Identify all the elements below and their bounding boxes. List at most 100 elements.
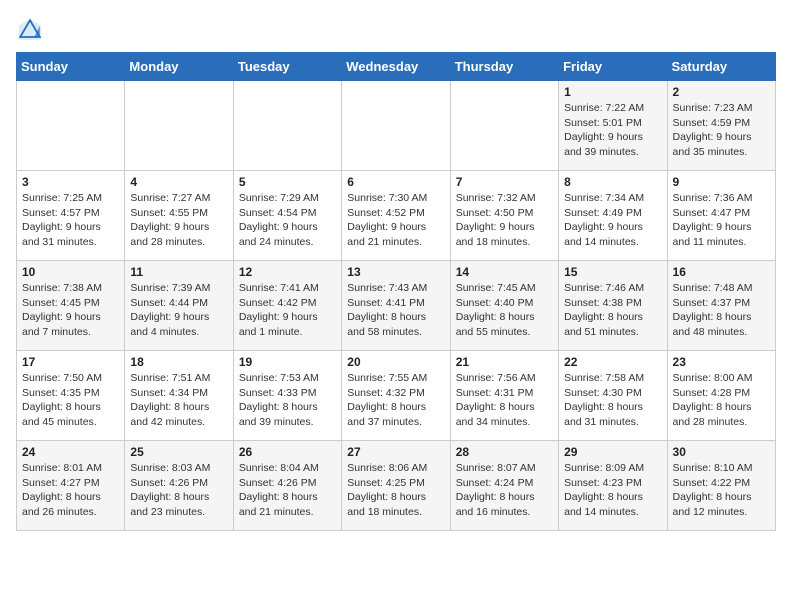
day-info: Sunrise: 8:00 AM Sunset: 4:28 PM Dayligh… (673, 371, 770, 430)
day-cell-2-5: 15Sunrise: 7:46 AM Sunset: 4:38 PM Dayli… (559, 261, 667, 351)
day-cell-2-6: 16Sunrise: 7:48 AM Sunset: 4:37 PM Dayli… (667, 261, 775, 351)
week-row-3: 17Sunrise: 7:50 AM Sunset: 4:35 PM Dayli… (17, 351, 776, 441)
day-info: Sunrise: 8:01 AM Sunset: 4:27 PM Dayligh… (22, 461, 119, 520)
day-cell-2-4: 14 Sunrise: 7:45 AM Sunset: 4:40 PM Dayli… (450, 261, 558, 351)
day-info: Sunrise: 8:03 AM Sunset: 4:26 PM Dayligh… (130, 461, 227, 520)
day-number: 28 (456, 445, 553, 459)
day-cell-1-1: 4 Sunrise: 7:27 AM Sunset: 4:55 PM Daylig… (125, 171, 233, 261)
day-number: 12 (239, 265, 336, 279)
logo (16, 16, 48, 44)
header-friday: Friday (559, 53, 667, 81)
day-number: 6 (347, 175, 444, 189)
day-info: Sunrise: 7:45 AM Sunset: 4:40 PM Dayligh… (456, 281, 553, 340)
day-cell-3-5: 22Sunrise: 7:58 AM Sunset: 4:30 PM Dayli… (559, 351, 667, 441)
day-number: 5 (239, 175, 336, 189)
day-info: Sunrise: 7:53 AM Sunset: 4:33 PM Dayligh… (239, 371, 336, 430)
day-number: 13 (347, 265, 444, 279)
day-info: Sunrise: 8:07 AM Sunset: 4:24 PM Dayligh… (456, 461, 553, 520)
day-info: Sunrise: 7:43 AM Sunset: 4:41 PM Dayligh… (347, 281, 444, 340)
day-number: 24 (22, 445, 119, 459)
day-cell-2-3: 13 Sunrise: 7:43 AM Sunset: 4:41 PM Dayli… (342, 261, 450, 351)
day-cell-4-1: 25 Sunrise: 8:03 AM Sunset: 4:26 PM Dayli… (125, 441, 233, 531)
header-saturday: Saturday (667, 53, 775, 81)
day-info: Sunrise: 7:56 AM Sunset: 4:31 PM Dayligh… (456, 371, 553, 430)
header-monday: Monday (125, 53, 233, 81)
page-header (16, 16, 776, 44)
day-info: Sunrise: 7:55 AM Sunset: 4:32 PM Dayligh… (347, 371, 444, 430)
day-cell-2-0: 10 Sunrise: 7:38 AM Sunset: 4:45 PM Dayli… (17, 261, 125, 351)
day-info: Sunrise: 7:50 AM Sunset: 4:35 PM Dayligh… (22, 371, 119, 430)
day-cell-3-3: 20 Sunrise: 7:55 AM Sunset: 4:32 PM Dayli… (342, 351, 450, 441)
day-info: Sunrise: 7:34 AM Sunset: 4:49 PM Dayligh… (564, 191, 661, 250)
day-cell-4-6: 30 Sunrise: 8:10 AM Sunset: 4:22 PM Dayli… (667, 441, 775, 531)
day-cell-1-2: 5 Sunrise: 7:29 AM Sunset: 4:54 PM Daylig… (233, 171, 341, 261)
day-number: 18 (130, 355, 227, 369)
day-number: 15 (564, 265, 661, 279)
day-number: 7 (456, 175, 553, 189)
day-number: 23 (673, 355, 770, 369)
day-number: 4 (130, 175, 227, 189)
day-cell-3-2: 19 Sunrise: 7:53 AM Sunset: 4:33 PM Dayli… (233, 351, 341, 441)
day-number: 30 (673, 445, 770, 459)
day-number: 20 (347, 355, 444, 369)
day-number: 1 (564, 85, 661, 99)
week-row-4: 24 Sunrise: 8:01 AM Sunset: 4:27 PM Dayli… (17, 441, 776, 531)
day-info: Sunrise: 7:22 AM Sunset: 5:01 PM Dayligh… (564, 101, 661, 160)
day-info: Sunrise: 7:38 AM Sunset: 4:45 PM Dayligh… (22, 281, 119, 340)
week-row-0: 1 Sunrise: 7:22 AM Sunset: 5:01 PM Daylig… (17, 81, 776, 171)
day-cell-3-6: 23 Sunrise: 8:00 AM Sunset: 4:28 PM Dayli… (667, 351, 775, 441)
day-number: 10 (22, 265, 119, 279)
day-info: Sunrise: 7:51 AM Sunset: 4:34 PM Dayligh… (130, 371, 227, 430)
day-cell-4-5: 29 Sunrise: 8:09 AM Sunset: 4:23 PM Dayli… (559, 441, 667, 531)
day-cell-1-3: 6Sunrise: 7:30 AM Sunset: 4:52 PM Daylig… (342, 171, 450, 261)
day-cell-1-4: 7 Sunrise: 7:32 AM Sunset: 4:50 PM Daylig… (450, 171, 558, 261)
day-cell-0-6: 2 Sunrise: 7:23 AM Sunset: 4:59 PM Daylig… (667, 81, 775, 171)
day-number: 2 (673, 85, 770, 99)
day-info: Sunrise: 7:29 AM Sunset: 4:54 PM Dayligh… (239, 191, 336, 250)
day-cell-1-0: 3 Sunrise: 7:25 AM Sunset: 4:57 PM Daylig… (17, 171, 125, 261)
day-info: Sunrise: 7:27 AM Sunset: 4:55 PM Dayligh… (130, 191, 227, 250)
day-cell-1-5: 8 Sunrise: 7:34 AM Sunset: 4:49 PM Daylig… (559, 171, 667, 261)
day-info: Sunrise: 8:04 AM Sunset: 4:26 PM Dayligh… (239, 461, 336, 520)
day-info: Sunrise: 8:06 AM Sunset: 4:25 PM Dayligh… (347, 461, 444, 520)
day-number: 3 (22, 175, 119, 189)
calendar-header-row: SundayMondayTuesdayWednesdayThursdayFrid… (17, 53, 776, 81)
day-number: 16 (673, 265, 770, 279)
day-number: 29 (564, 445, 661, 459)
day-cell-3-1: 18 Sunrise: 7:51 AM Sunset: 4:34 PM Dayli… (125, 351, 233, 441)
day-cell-4-4: 28 Sunrise: 8:07 AM Sunset: 4:24 PM Dayli… (450, 441, 558, 531)
day-cell-3-4: 21Sunrise: 7:56 AM Sunset: 4:31 PM Dayli… (450, 351, 558, 441)
day-info: Sunrise: 7:23 AM Sunset: 4:59 PM Dayligh… (673, 101, 770, 160)
header-wednesday: Wednesday (342, 53, 450, 81)
day-cell-0-5: 1 Sunrise: 7:22 AM Sunset: 5:01 PM Daylig… (559, 81, 667, 171)
week-row-1: 3 Sunrise: 7:25 AM Sunset: 4:57 PM Daylig… (17, 171, 776, 261)
day-number: 14 (456, 265, 553, 279)
day-info: Sunrise: 8:10 AM Sunset: 4:22 PM Dayligh… (673, 461, 770, 520)
day-info: Sunrise: 7:36 AM Sunset: 4:47 PM Dayligh… (673, 191, 770, 250)
header-sunday: Sunday (17, 53, 125, 81)
day-number: 25 (130, 445, 227, 459)
day-cell-0-1 (125, 81, 233, 171)
day-number: 11 (130, 265, 227, 279)
day-number: 19 (239, 355, 336, 369)
week-row-2: 10 Sunrise: 7:38 AM Sunset: 4:45 PM Dayli… (17, 261, 776, 351)
day-info: Sunrise: 7:32 AM Sunset: 4:50 PM Dayligh… (456, 191, 553, 250)
day-number: 27 (347, 445, 444, 459)
header-tuesday: Tuesday (233, 53, 341, 81)
day-info: Sunrise: 8:09 AM Sunset: 4:23 PM Dayligh… (564, 461, 661, 520)
header-thursday: Thursday (450, 53, 558, 81)
day-cell-4-2: 26Sunrise: 8:04 AM Sunset: 4:26 PM Dayli… (233, 441, 341, 531)
day-number: 8 (564, 175, 661, 189)
calendar-table: SundayMondayTuesdayWednesdayThursdayFrid… (16, 52, 776, 531)
day-cell-3-0: 17Sunrise: 7:50 AM Sunset: 4:35 PM Dayli… (17, 351, 125, 441)
day-info: Sunrise: 7:41 AM Sunset: 4:42 PM Dayligh… (239, 281, 336, 340)
day-cell-0-3 (342, 81, 450, 171)
day-number: 9 (673, 175, 770, 189)
day-info: Sunrise: 7:39 AM Sunset: 4:44 PM Dayligh… (130, 281, 227, 340)
day-info: Sunrise: 7:58 AM Sunset: 4:30 PM Dayligh… (564, 371, 661, 430)
day-cell-0-0 (17, 81, 125, 171)
day-cell-0-2 (233, 81, 341, 171)
day-info: Sunrise: 7:25 AM Sunset: 4:57 PM Dayligh… (22, 191, 119, 250)
day-cell-2-1: 11 Sunrise: 7:39 AM Sunset: 4:44 PM Dayli… (125, 261, 233, 351)
day-cell-4-0: 24 Sunrise: 8:01 AM Sunset: 4:27 PM Dayli… (17, 441, 125, 531)
